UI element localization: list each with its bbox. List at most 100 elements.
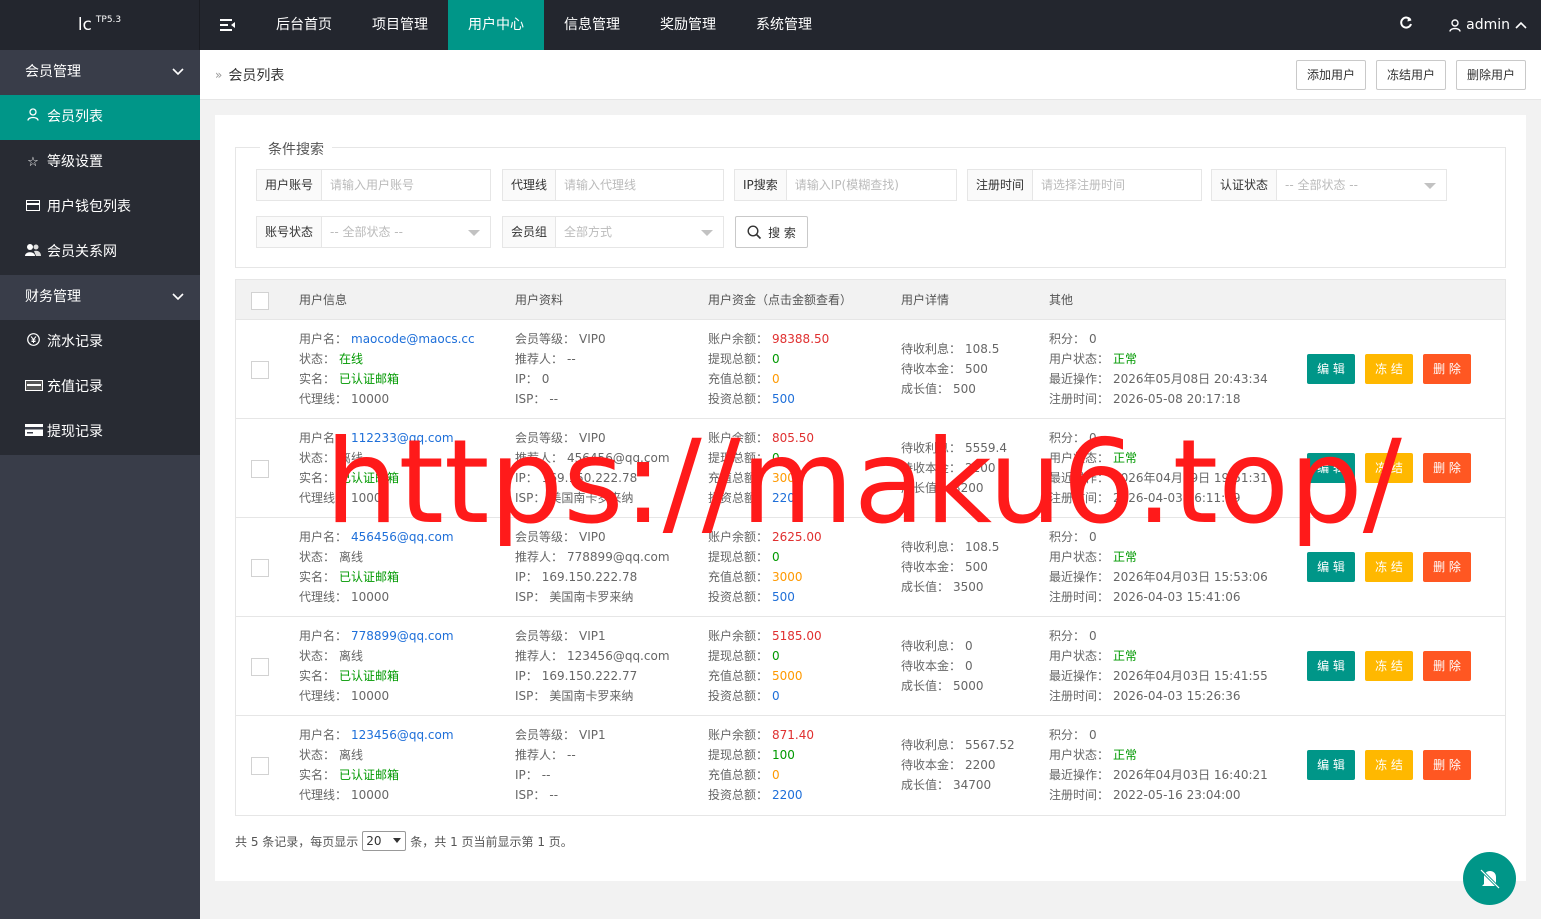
freeze-button[interactable]: 冻 结 [1365, 750, 1413, 780]
field-value[interactable]: 0 [772, 352, 780, 366]
field-points: 积分： 0 [1049, 329, 1268, 349]
field-value[interactable]: 871.40 [772, 728, 814, 742]
user-menu[interactable]: admin [1431, 17, 1541, 33]
field-value[interactable]: 100 [772, 748, 795, 762]
field-value[interactable]: 0 [772, 768, 780, 782]
field-value[interactable]: 778899@qq.com [351, 629, 454, 643]
freeze-user-button[interactable]: 冻结用户 [1375, 59, 1446, 90]
select-all-checkbox[interactable] [251, 292, 269, 310]
agent-input[interactable]: 请输入代理线 [556, 170, 723, 200]
account-status-field[interactable]: 账号状态 -- 全部状态 -- [256, 216, 491, 248]
row-checkbox[interactable] [251, 757, 269, 775]
agent-field[interactable]: 代理线 请输入代理线 [502, 169, 724, 201]
page-size-select[interactable]: 20 [362, 831, 407, 851]
row-checkbox[interactable] [251, 460, 269, 478]
field-value[interactable]: 805.50 [772, 431, 814, 445]
auth-status-field[interactable]: 认证状态 -- 全部状态 -- [1211, 169, 1447, 201]
freeze-button[interactable]: 冻 结 [1365, 651, 1413, 681]
sidebar-item-member-list[interactable]: 会员列表 [0, 95, 200, 140]
cell: 账户余额： 805.50 提现总额： 0 充值总额： 3000 投资总额： 2200 [708, 428, 814, 508]
field-value[interactable]: 123456@qq.com [351, 728, 454, 742]
member-group-field[interactable]: 会员组 全部方式 [502, 216, 724, 248]
cell: 积分： 0 用户状态： 正常 最近操作： 2026年04月03日 15:53:06 注册时间… [1049, 527, 1268, 607]
field-label: 注册时间： [1049, 590, 1110, 604]
ip-field[interactable]: IP搜索 请输入IP(模糊查找) [734, 169, 957, 201]
delete-button[interactable]: 删 除 [1423, 453, 1471, 483]
member-group-select[interactable]: 全部方式 [556, 217, 723, 247]
sidebar-item-recharge[interactable]: 充值记录 [0, 365, 200, 410]
menu-toggle-icon[interactable] [200, 0, 256, 50]
edit-button[interactable]: 编 辑 [1307, 552, 1355, 582]
row-checkbox[interactable] [251, 658, 269, 676]
edit-button[interactable]: 编 辑 [1307, 453, 1355, 483]
nav-projects[interactable]: 项目管理 [352, 0, 448, 50]
field-value[interactable]: 0 [772, 451, 780, 465]
field-recharge: 充值总额： 5000 [708, 666, 822, 686]
field-value[interactable]: 2625.00 [772, 530, 822, 544]
sidebar-item-levels[interactable]: ☆ 等级设置 [0, 140, 200, 185]
nav-user-center[interactable]: 用户中心 [448, 0, 544, 50]
nav-info[interactable]: 信息管理 [544, 0, 640, 50]
field-label: 注册时间： [1049, 788, 1110, 802]
field-value[interactable]: 5185.00 [772, 629, 822, 643]
pagination: 共 5 条记录，每页显示 20 条，共 1 页当前显示第 1 页。 [235, 831, 573, 851]
field-value[interactable]: 0 [772, 689, 780, 703]
floating-bell-off-icon[interactable] [1463, 852, 1516, 905]
nav-home[interactable]: 后台首页 [256, 0, 352, 50]
edit-button[interactable]: 编 辑 [1307, 651, 1355, 681]
add-user-button[interactable]: 添加用户 [1295, 59, 1366, 90]
account-status-select[interactable]: -- 全部状态 -- [322, 217, 490, 247]
field-value: 500 [965, 362, 988, 376]
account-field[interactable]: 用户账号 请输入用户账号 [256, 169, 491, 201]
field-level: 会员等级： VIP1 [515, 725, 606, 745]
field-value[interactable]: 5000 [772, 669, 803, 683]
logo[interactable]: lc TP5.3 [0, 0, 200, 50]
edit-button[interactable]: 编 辑 [1307, 354, 1355, 384]
refresh-icon[interactable] [1381, 15, 1431, 35]
delete-button[interactable]: 删 除 [1423, 552, 1471, 582]
field-value: VIP0 [579, 431, 606, 445]
row-checkbox[interactable] [251, 361, 269, 379]
field-value[interactable]: 3000 [772, 570, 803, 584]
cell: 会员等级： VIP0 推荐人： 456456@qq.com IP： 169.150.222… [515, 428, 670, 508]
field-value[interactable]: 2200 [772, 788, 803, 802]
edit-button[interactable]: 编 辑 [1307, 750, 1355, 780]
field-value[interactable]: 500 [772, 392, 795, 406]
account-input[interactable]: 请输入用户账号 [322, 170, 490, 200]
delete-button[interactable]: 删 除 [1423, 651, 1471, 681]
sidebar-item-withdraw[interactable]: 提现记录 [0, 410, 200, 455]
nav-system[interactable]: 系统管理 [736, 0, 832, 50]
field-value[interactable]: 112233@qq.com [351, 431, 454, 445]
field-value[interactable]: 2200 [772, 491, 803, 505]
sidebar-item-flows[interactable]: 流水记录 [0, 320, 200, 365]
freeze-button[interactable]: 冻 结 [1365, 354, 1413, 384]
field-value[interactable]: 500 [772, 590, 795, 604]
sidebar-group-members[interactable]: 会员管理 [0, 50, 200, 95]
auth-status-select[interactable]: -- 全部状态 -- [1277, 170, 1446, 200]
field-label: 状态： [299, 451, 336, 465]
row-checkbox[interactable] [251, 559, 269, 577]
field-value[interactable]: 3000 [772, 471, 803, 485]
delete-button[interactable]: 删 除 [1423, 354, 1471, 384]
sidebar-group-finance[interactable]: 财务管理 [0, 275, 200, 320]
nav-rewards[interactable]: 奖励管理 [640, 0, 736, 50]
ip-input[interactable]: 请输入IP(模糊查找) [787, 170, 956, 200]
freeze-button[interactable]: 冻 结 [1365, 552, 1413, 582]
field-value[interactable]: 98388.50 [772, 332, 829, 346]
search-button[interactable]: 搜 索 [735, 216, 808, 248]
field-value[interactable]: 456456@qq.com [351, 530, 454, 544]
reg-time-field[interactable]: 注册时间 请选择注册时间 [967, 169, 1202, 201]
freeze-button[interactable]: 冻 结 [1365, 453, 1413, 483]
field-value[interactable]: 0 [772, 372, 780, 386]
field-value[interactable]: 0 [772, 649, 780, 663]
sidebar-item-wallets[interactable]: 用户钱包列表 [0, 185, 200, 230]
field-value[interactable]: maocode@maocs.cc [351, 332, 475, 346]
breadcrumb-current[interactable]: 会员列表 [228, 65, 284, 85]
card-icon [25, 365, 43, 410]
delete-button[interactable]: 删 除 [1423, 750, 1471, 780]
field-value[interactable]: 0 [772, 550, 780, 564]
delete-user-button[interactable]: 删除用户 [1455, 59, 1526, 90]
sidebar-item-relations[interactable]: 会员关系网 [0, 230, 200, 275]
field-lastop: 最近操作： 2026年04月03日 15:53:06 [1049, 567, 1268, 587]
reg-time-input[interactable]: 请选择注册时间 [1033, 170, 1201, 200]
